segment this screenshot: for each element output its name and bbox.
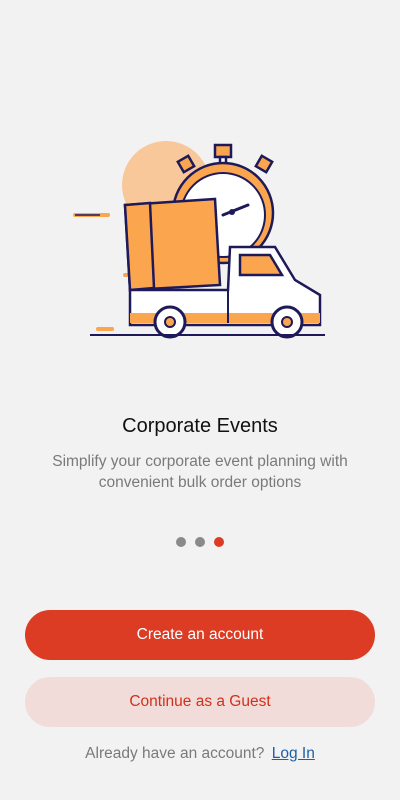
continue-as-guest-button[interactable]: Continue as a Guest bbox=[25, 677, 375, 727]
page-dot-3-active[interactable] bbox=[214, 537, 224, 547]
delivery-truck-stopwatch-illustration bbox=[73, 141, 325, 339]
page-dot-2[interactable] bbox=[195, 537, 205, 547]
login-prompt-row: Already have an account? Log In bbox=[0, 745, 400, 763]
onboarding-description: Simplify your corporate event planning w… bbox=[52, 453, 348, 491]
page-indicator bbox=[0, 537, 400, 547]
create-account-button[interactable]: Create an account bbox=[25, 610, 375, 660]
onboarding-screen: Corporate Events Simplify your corporate… bbox=[0, 0, 400, 800]
login-prompt-text: Already have an account? bbox=[85, 745, 265, 762]
page-dot-1[interactable] bbox=[176, 537, 186, 547]
onboarding-title: Corporate Events bbox=[122, 415, 278, 437]
login-link[interactable]: Log In bbox=[272, 745, 315, 762]
